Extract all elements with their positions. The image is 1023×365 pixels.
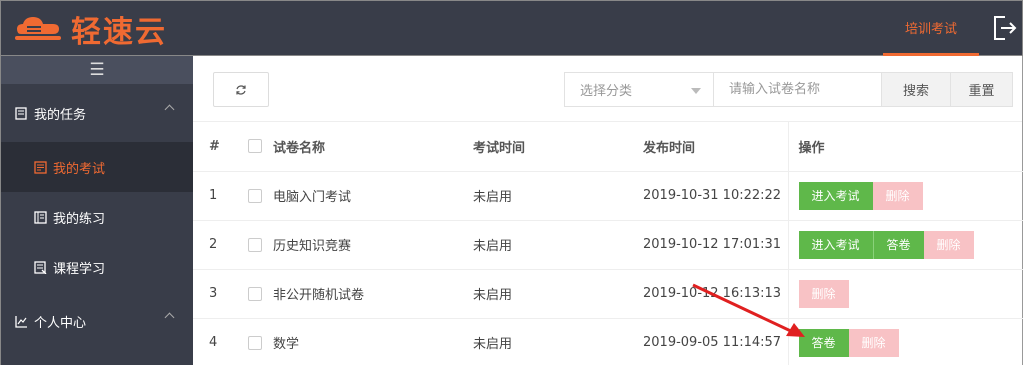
- row-index: 3: [193, 269, 234, 319]
- task-icon: [15, 106, 27, 120]
- reset-button[interactable]: 重置: [950, 72, 1013, 107]
- menu-toggle[interactable]: ☰: [1, 56, 193, 84]
- row-exam-time: 未启用: [473, 220, 643, 270]
- row-exam-name: 历史知识竞赛: [273, 220, 473, 270]
- row-exam-name: 数学: [273, 318, 473, 365]
- row-publish-time: 2019-10-12 16:13:13: [643, 269, 788, 319]
- sidebar-group-my-tasks[interactable]: 我的任务: [1, 84, 193, 142]
- row-exam-name: 非公开随机试卷: [273, 269, 473, 319]
- nav-training-exam[interactable]: 培训考试: [883, 1, 979, 56]
- sidebar-item-label: 我的考试: [53, 161, 106, 177]
- row-checkbox[interactable]: [248, 335, 262, 350]
- sidebar-group-label: 个人中心: [34, 315, 87, 331]
- enter-exam-button[interactable]: 进入考试: [798, 230, 873, 259]
- sidebar-group-personal-center[interactable]: 个人中心: [1, 292, 193, 350]
- row-checkbox[interactable]: [248, 237, 262, 252]
- delete-button[interactable]: 删除: [798, 279, 849, 308]
- practice-icon: [34, 210, 47, 224]
- logout-icon[interactable]: [991, 13, 1017, 43]
- sidebar: ☰ 我的任务 我的考试 我的练习 课程学习 个人中心: [0, 56, 193, 365]
- logo[interactable]: 轻速云: [13, 9, 167, 50]
- chevron-up-icon: [164, 104, 175, 115]
- row-actions: 答卷 删除: [787, 318, 1023, 365]
- answer-sheet-button[interactable]: 答卷: [872, 230, 924, 259]
- row-checkbox-cell: [234, 269, 273, 319]
- header-actions: 操作: [787, 122, 1023, 172]
- header-exam-time: 考试时间: [473, 122, 643, 172]
- menu-icon: ☰: [89, 60, 105, 80]
- row-actions: 删除: [787, 269, 1023, 319]
- delete-button[interactable]: 删除: [872, 181, 923, 210]
- row-checkbox[interactable]: [248, 188, 262, 203]
- exam-table: # 试卷名称 考试时间 发布时间 操作 1 电脑入门考试 未启用 2019-10…: [193, 122, 1023, 365]
- exam-icon: [34, 160, 47, 174]
- row-exam-time: 未启用: [473, 171, 643, 221]
- logo-text: 轻速云: [71, 15, 167, 50]
- sidebar-item-label: 课程学习: [53, 261, 106, 277]
- select-all-checkbox[interactable]: [248, 139, 262, 154]
- sidebar-item-label: 我的练习: [53, 211, 106, 227]
- search-button[interactable]: 搜索: [881, 72, 951, 107]
- table-row: 1 电脑入门考试 未启用 2019-10-31 10:22:22 进入考试 删除: [193, 171, 1023, 221]
- row-publish-time: 2019-10-12 17:01:31: [643, 220, 788, 270]
- table-header-row: # 试卷名称 考试时间 发布时间 操作: [193, 122, 1023, 172]
- chevron-up-icon: [164, 312, 175, 323]
- caret-down-icon: [691, 88, 701, 94]
- header-checkbox-cell: [234, 122, 273, 172]
- category-placeholder: 选择分类: [580, 84, 633, 99]
- sidebar-item-my-practice[interactable]: 我的练习: [1, 192, 193, 242]
- table-row: 3 非公开随机试卷 未启用 2019-10-12 16:13:13 删除: [193, 269, 1023, 319]
- row-actions: 进入考试 删除: [787, 171, 1023, 221]
- row-publish-time: 2019-09-05 11:14:57: [643, 318, 788, 365]
- table-row: 2 历史知识竞赛 未启用 2019-10-12 17:01:31 进入考试 答卷…: [193, 220, 1023, 270]
- delete-button[interactable]: 删除: [848, 328, 899, 357]
- cloud-logo-icon: [15, 17, 61, 40]
- sidebar-group-label: 我的任务: [34, 107, 87, 123]
- course-icon: [34, 260, 47, 274]
- category-select[interactable]: 选择分类: [564, 72, 714, 107]
- top-bar: 轻速云 培训考试: [0, 0, 1023, 56]
- row-checkbox-cell: [234, 318, 273, 365]
- delete-button[interactable]: 删除: [923, 230, 974, 259]
- header-exam-name: 试卷名称: [273, 122, 473, 172]
- enter-exam-button[interactable]: 进入考试: [798, 181, 873, 210]
- sidebar-item-course-study[interactable]: 课程学习: [1, 242, 193, 292]
- row-exam-time: 未启用: [473, 318, 643, 365]
- row-checkbox[interactable]: [248, 286, 262, 301]
- row-index: 1: [193, 171, 234, 221]
- row-checkbox-cell: [234, 220, 273, 270]
- chart-icon: [15, 315, 27, 328]
- sidebar-item-my-exams[interactable]: 我的考试: [1, 142, 193, 192]
- row-publish-time: 2019-10-31 10:22:22: [643, 171, 788, 221]
- header-publish-time: 发布时间: [643, 122, 788, 172]
- header-index: #: [193, 122, 234, 172]
- row-actions: 进入考试 答卷 删除: [787, 220, 1023, 270]
- row-exam-name: 电脑入门考试: [273, 171, 473, 221]
- main-content: 选择分类 搜索 重置 # 试卷名称 考试时间 发布时间 操作 1 电脑入门考试 …: [193, 56, 1023, 365]
- refresh-icon: [236, 84, 246, 95]
- table-row: 4 数学 未启用 2019-09-05 11:14:57 答卷 删除: [193, 318, 1023, 365]
- row-exam-time: 未启用: [473, 269, 643, 319]
- row-checkbox-cell: [234, 171, 273, 221]
- toolbar: 选择分类 搜索 重置: [193, 56, 1022, 122]
- row-index: 4: [193, 318, 234, 365]
- refresh-button[interactable]: [213, 72, 269, 107]
- answer-sheet-button[interactable]: 答卷: [798, 328, 849, 357]
- row-index: 2: [193, 220, 234, 270]
- exam-name-search-input[interactable]: [713, 72, 882, 107]
